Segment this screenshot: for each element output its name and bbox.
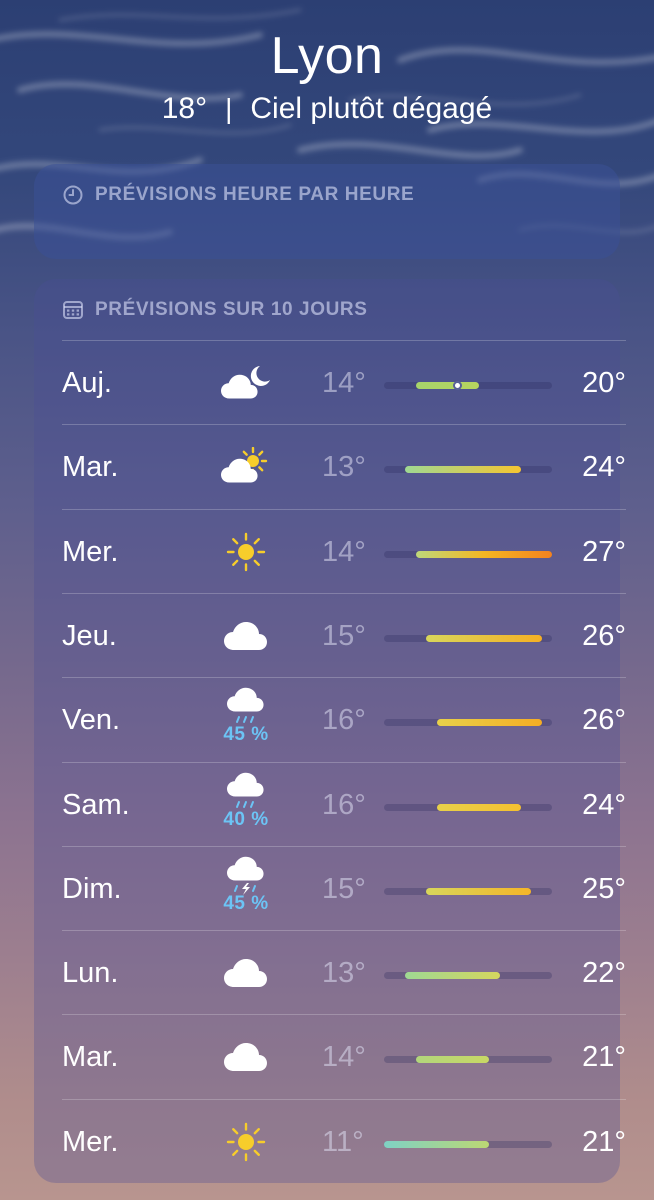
weather-icon-cell: 45 % [210, 686, 282, 745]
temperature-range-bar [384, 381, 552, 390]
low-temperature: 14° [322, 535, 366, 568]
low-temperature: 16° [322, 704, 366, 737]
temperature-range-fill [426, 887, 531, 895]
day-label: Jeu. [62, 619, 117, 652]
high-temperature: 27° [582, 535, 626, 568]
hourly-forecast-card[interactable]: PRÉVISIONS HEURE PAR HEURE [34, 164, 620, 259]
low-temperature: 11° [322, 1125, 364, 1158]
hourly-forecast-title: PRÉVISIONS HEURE PAR HEURE [62, 184, 414, 206]
high-temperature: 22° [582, 957, 626, 990]
temperature-range-bar [384, 719, 552, 727]
daily-forecast-row[interactable]: Mer. 11° 21° [62, 1098, 626, 1183]
cloud-icon [223, 1040, 269, 1074]
weather-icon-cell [210, 608, 282, 664]
precipitation-chance: 45 % [223, 724, 269, 746]
calendar-icon [62, 299, 84, 321]
high-temperature: 25° [582, 872, 626, 905]
precipitation-chance: 45 % [223, 892, 269, 914]
day-label: Dim. [62, 872, 122, 905]
temperature-range-fill [436, 803, 521, 811]
cloud-rain-icon [223, 686, 269, 726]
cloud-icon [223, 956, 269, 990]
temperature-range-bar [384, 972, 552, 980]
daily-forecast-row[interactable]: Jeu. 15° 26° [62, 592, 626, 677]
temperature-range-fill [415, 1056, 489, 1064]
low-temperature: 13° [322, 451, 366, 484]
city-name: Lyon [270, 27, 384, 85]
low-temperature: 15° [322, 872, 366, 905]
low-temperature: 14° [322, 1041, 366, 1074]
temperature-range-bar [384, 887, 552, 895]
daily-forecast-title: PRÉVISIONS SUR 10 JOURS [62, 299, 368, 321]
temperature-range-bar [384, 550, 552, 558]
daily-forecast-card[interactable]: PRÉVISIONS SUR 10 JOURS Auj. 14° 20° Mar. 1… [34, 279, 626, 1183]
high-temperature: 21° [582, 1041, 626, 1074]
sun-icon [225, 1121, 267, 1163]
high-temperature: 21° [582, 1125, 626, 1158]
weather-icon-cell [210, 355, 282, 411]
high-temperature: 26° [582, 619, 626, 652]
weather-icon-cell [210, 524, 282, 580]
current-summary: 18° | Ciel plutôt dégagé [0, 92, 654, 126]
weather-icon-cell: 45 % [210, 855, 282, 914]
temperature-range-bar [384, 1140, 552, 1148]
day-label: Mer. [62, 1125, 119, 1158]
summary-separator: | [225, 93, 233, 124]
temperature-range-fill [436, 719, 542, 727]
weather-icon-cell: 40 % [210, 771, 282, 830]
sun-icon [225, 531, 267, 573]
daily-forecast-row[interactable]: Mar. 14° 21° [62, 1014, 626, 1098]
day-label: Lun. [62, 957, 119, 990]
temperature-range-fill [415, 550, 552, 558]
precipitation-chance: 40 % [223, 808, 269, 830]
temperature-range-bar [384, 634, 552, 642]
temperature-range-bar [384, 1056, 552, 1064]
day-label: Mar. [62, 1041, 119, 1074]
day-label: Ven. [62, 704, 121, 737]
temperature-range-fill [384, 1140, 489, 1148]
current-temperature: 18° [161, 92, 208, 125]
high-temperature: 24° [582, 788, 626, 821]
cloud-icon [223, 619, 269, 653]
daily-forecast-row[interactable]: Dim. 45 % 15° 25° [62, 845, 626, 930]
low-temperature: 16° [322, 788, 366, 821]
high-temperature: 26° [582, 704, 626, 737]
current-temperature-marker [453, 381, 462, 390]
temperature-range-bar [384, 803, 552, 811]
daily-forecast-row[interactable]: Ven. 45 % 16° 26° [62, 677, 626, 761]
daily-forecast-row[interactable]: Lun. 13° 22° [62, 930, 626, 1014]
current-condition: Ciel plutôt dégagé [250, 92, 493, 125]
weather-icon-cell [210, 1114, 282, 1170]
temperature-range-fill [405, 466, 521, 474]
hourly-forecast-title-text: PRÉVISIONS HEURE PAR HEURE [95, 184, 415, 205]
daily-forecast-title-text: PRÉVISIONS SUR 10 JOURS [95, 299, 368, 320]
clock-icon [62, 184, 84, 206]
weather-icon-cell [210, 945, 282, 1001]
high-temperature: 24° [582, 451, 626, 484]
daily-forecast-row[interactable]: Mar. 13° 24° [62, 424, 626, 508]
temperature-range-bar [384, 466, 552, 474]
weather-icon-cell [210, 439, 282, 495]
day-label: Auj. [62, 367, 112, 399]
daily-forecast-row[interactable]: Auj. 14° 20° [62, 340, 626, 424]
day-label: Mer. [62, 535, 119, 568]
day-label: Mar. [62, 451, 119, 484]
daily-forecast-row[interactable]: Sam. 40 % 16° 24° [62, 761, 626, 846]
weather-icon-cell [210, 1029, 282, 1085]
cloud-sun-icon [220, 447, 272, 487]
low-temperature: 15° [322, 619, 366, 652]
cloud-rain-icon [223, 771, 269, 811]
temperature-range-fill [415, 382, 479, 389]
low-temperature: 13° [322, 957, 366, 990]
cloud-moon-icon [220, 363, 272, 403]
high-temperature: 20° [582, 367, 626, 399]
temperature-range-fill [405, 972, 500, 980]
low-temperature: 14° [322, 367, 366, 399]
daily-forecast-row[interactable]: Mer. 14° 27° [62, 508, 626, 593]
cloud-bolt-rain-icon [223, 855, 269, 895]
temperature-range-fill [426, 634, 542, 642]
day-label: Sam. [62, 788, 130, 821]
